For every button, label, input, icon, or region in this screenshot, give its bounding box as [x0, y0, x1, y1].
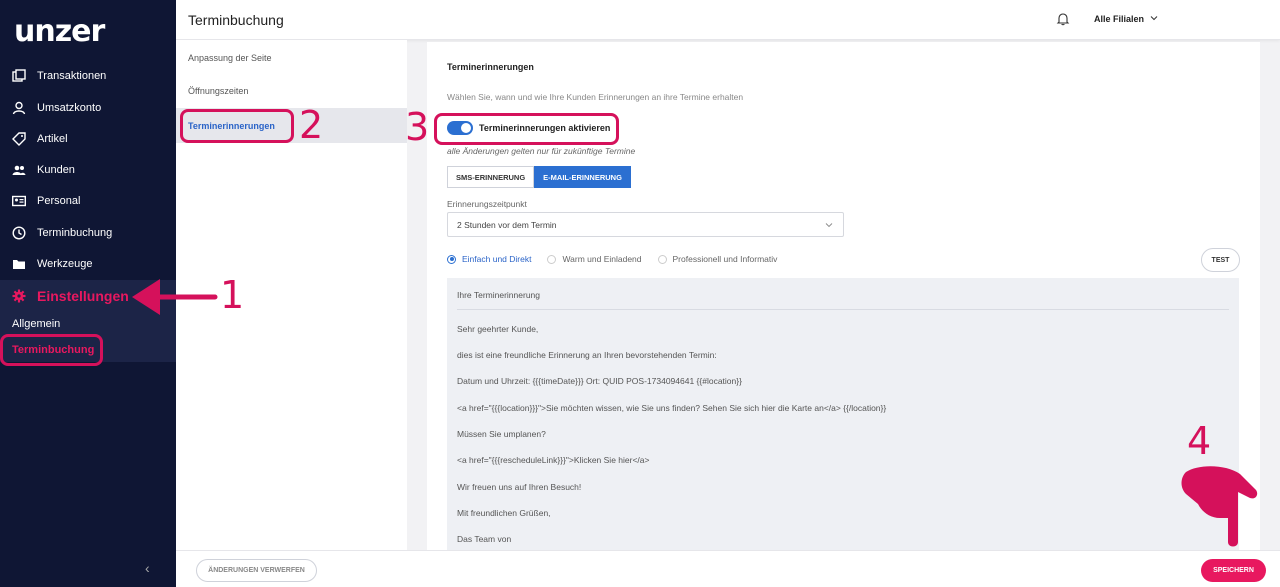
reminder-toggle-row: Terminerinnerungen aktivieren: [447, 121, 610, 135]
email-subject: Ihre Terminerinnerung: [457, 290, 540, 300]
id-card-icon: [12, 194, 26, 208]
email-line: Müssen Sie umplanen?: [457, 429, 546, 439]
toggle-note: alle Änderungen gelten nur für zukünftig…: [447, 146, 636, 156]
sidebar-item-label: Personal: [37, 195, 81, 207]
sidebar-item-label: Kunden: [37, 164, 75, 176]
template-radio-group: Einfach und Direkt Warm und Einladend Pr…: [447, 254, 793, 264]
email-line: Datum und Uhrzeit: {{{timeDate}}} Ort: Q…: [457, 376, 742, 386]
template-radio-warm[interactable]: Warm und Einladend: [547, 254, 642, 264]
customers-icon: [12, 163, 26, 177]
email-line: Sehr geehrter Kunde,: [457, 324, 539, 334]
top-bar: Terminbuchung Alle Filialen: [176, 0, 1280, 40]
annotation-number-1: 1: [220, 273, 245, 317]
sidebar-item-terminbuchung[interactable]: Terminbuchung: [0, 218, 176, 248]
sidebar-item-label: Artikel: [37, 133, 68, 145]
sidebar-subitem-terminbuchung[interactable]: Terminbuchung: [12, 344, 94, 356]
sidebar-item-einstellungen[interactable]: Einstellungen: [0, 280, 176, 311]
sidebar-item-label: Transaktionen: [37, 70, 107, 82]
bell-icon[interactable]: [1056, 12, 1070, 26]
tab-sms-reminder[interactable]: SMS-ERINNERUNG: [447, 166, 535, 188]
unzer-logo: unzer: [14, 14, 105, 49]
save-button[interactable]: SPEICHERN: [1201, 559, 1266, 582]
email-line: Mit freundlichen Grüßen,: [457, 508, 551, 518]
sidebar-subitem-allgemein[interactable]: Allgemein: [12, 318, 60, 330]
sidebar-item-label: Terminbuchung: [37, 227, 113, 239]
sidebar-item-umsatzkonto[interactable]: Umsatzkonto: [0, 93, 176, 123]
chevron-down-icon: [825, 221, 833, 229]
sidebar-item-artikel[interactable]: Artikel: [0, 124, 176, 154]
collapse-sidebar-icon[interactable]: ‹: [145, 560, 150, 576]
subnav-item-oeffnungszeiten[interactable]: Öffnungszeiten: [176, 73, 407, 108]
footer-bar: ÄNDERUNGEN VERWERFEN SPEICHERN: [176, 550, 1280, 587]
reminder-channel-tabs: SMS-ERINNERUNG E-MAIL-ERINNERUNG: [447, 166, 631, 188]
sidebar-item-transaktionen[interactable]: Transaktionen: [0, 61, 176, 91]
template-radio-einfach[interactable]: Einfach und Direkt: [447, 254, 531, 264]
template-radio-professionell[interactable]: Professionell und Informativ: [657, 254, 778, 264]
timing-label: Erinnerungszeitpunkt: [447, 199, 527, 209]
chevron-down-icon: [1147, 14, 1158, 24]
radio-dot: [657, 254, 667, 264]
email-line: Wir freuen uns auf Ihren Besuch!: [457, 482, 582, 492]
sidebar-item-werkzeuge[interactable]: Werkzeuge: [0, 249, 176, 279]
sidebar-submenu: Allgemein Terminbuchung: [0, 311, 176, 362]
branch-selector-label: Alle Filialen: [1094, 14, 1145, 24]
annotation-number-2: 2: [299, 103, 324, 147]
radio-dot: [447, 254, 456, 264]
sidebar-item-label: Werkzeuge: [37, 258, 93, 270]
email-line: <a href="{{{location}}}">Sie möchten wis…: [457, 403, 887, 413]
divider: [457, 309, 1229, 310]
settings-subnav: Anpassung der Seite Öffnungszeiten Termi…: [176, 40, 407, 550]
page-title: Terminbuchung: [188, 12, 284, 28]
reminder-toggle-label: Terminerinnerungen aktivieren: [479, 123, 611, 133]
discard-changes-button[interactable]: ÄNDERUNGEN VERWERFEN: [196, 559, 317, 582]
gear-icon: [12, 289, 26, 303]
template-radio-label: Einfach und Direkt: [462, 254, 532, 264]
email-line: <a href="{{{rescheduleLink}}}">Klicken S…: [457, 455, 650, 465]
sidebar-item-label: Einstellungen: [37, 287, 129, 304]
section-title: Terminerinnerungen: [447, 62, 534, 72]
sidebar-item-personal[interactable]: Personal: [0, 186, 176, 216]
sidebar: unzer Transaktionen Umsatzkonto Artikel …: [0, 0, 176, 587]
email-preview[interactable]: Ihre Terminerinnerung Sehr geehrter Kund…: [447, 278, 1239, 550]
subnav-item-anpassung[interactable]: Anpassung der Seite: [176, 40, 407, 75]
clock-icon: [12, 226, 26, 240]
template-radio-label: Warm und Einladend: [562, 254, 642, 264]
section-description: Wählen Sie, wann und wie Ihre Kunden Eri…: [447, 92, 744, 102]
tag-icon: [12, 132, 26, 146]
radio-dot: [547, 254, 557, 264]
folder-icon: [12, 257, 26, 271]
sidebar-item-kunden[interactable]: Kunden: [0, 155, 176, 185]
tab-email-reminder[interactable]: E-MAIL-ERINNERUNG: [534, 166, 631, 188]
reminder-toggle[interactable]: [447, 121, 473, 135]
test-button[interactable]: TEST: [1201, 248, 1240, 272]
email-line: Das Team von: [457, 534, 512, 544]
transactions-icon: [12, 69, 26, 83]
subnav-item-terminerinnerungen[interactable]: Terminerinnerungen: [176, 108, 407, 143]
branch-selector[interactable]: Alle Filialen: [1094, 14, 1158, 24]
template-radio-label: Professionell und Informativ: [672, 254, 778, 264]
reminder-settings-panel: Terminerinnerungen Wählen Sie, wann und …: [427, 42, 1260, 550]
timing-select-value: 2 Stunden vor dem Termin: [457, 219, 557, 230]
annotation-number-4: 4: [1187, 419, 1212, 463]
annotation-number-3: 3: [405, 105, 430, 149]
email-line: dies ist eine freundliche Erinnerung an …: [457, 350, 717, 360]
timing-select[interactable]: 2 Stunden vor dem Termin: [447, 212, 844, 237]
user-icon: [12, 101, 26, 115]
sidebar-item-label: Umsatzkonto: [37, 102, 102, 114]
